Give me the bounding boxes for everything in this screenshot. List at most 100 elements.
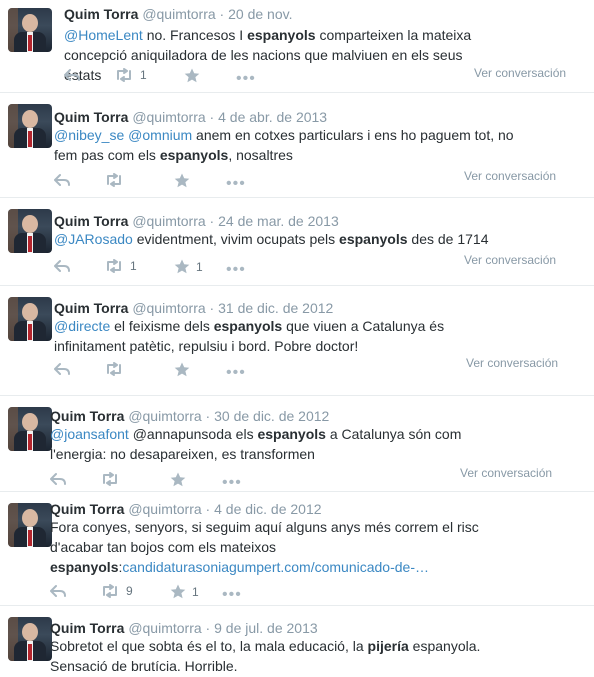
highlighted-term: espanyols	[213, 318, 283, 334]
reply-button[interactable]	[64, 68, 80, 82]
reply-icon	[54, 362, 70, 376]
favorite-count: 1	[196, 259, 203, 274]
text-segment: Sobretot el que sobta és el to, la mala …	[50, 638, 368, 654]
tweet-date[interactable]: 9 de jul. de 2013	[214, 620, 318, 636]
retweet-icon	[104, 259, 124, 273]
view-conversation-link[interactable]: Ver conversación	[474, 66, 566, 80]
tweet-date[interactable]: 20 de nov.	[228, 6, 292, 22]
favorite-button[interactable]	[170, 472, 186, 487]
retweet-icon	[104, 173, 124, 187]
mention-link[interactable]: @nibey_se	[54, 127, 124, 143]
tweet-header: Quim Torra @quimtorra · 20 de nov.	[64, 5, 292, 23]
star-icon	[174, 173, 190, 188]
tweet-date[interactable]: 24 de mar. de 2013	[218, 213, 339, 229]
tweet-separator	[0, 605, 594, 606]
retweet-button[interactable]	[104, 173, 124, 187]
author-name[interactable]: Quim Torra	[54, 300, 128, 316]
tweet-text: @directe el feixisme dels espanyols que …	[54, 316, 514, 356]
retweet-icon	[104, 362, 124, 376]
author-name[interactable]: Quim Torra	[64, 6, 138, 22]
avatar[interactable]	[8, 209, 52, 253]
retweet-icon	[100, 472, 120, 486]
author-name[interactable]: Quim Torra	[50, 620, 124, 636]
favorite-button[interactable]	[174, 173, 190, 188]
tweet-date[interactable]: 4 de abr. de 2013	[218, 109, 327, 125]
more-options-icon[interactable]: •••	[226, 364, 246, 382]
star-icon	[184, 68, 200, 83]
more-options-icon[interactable]: •••	[222, 586, 242, 604]
avatar[interactable]	[8, 407, 52, 451]
retweet-button[interactable]: 9	[100, 584, 133, 598]
more-options-icon[interactable]: •••	[226, 175, 246, 193]
retweet-icon	[114, 68, 134, 82]
view-conversation-link[interactable]: Ver conversación	[464, 253, 556, 267]
tweet-separator	[0, 197, 594, 198]
favorite-button[interactable]	[174, 362, 190, 377]
tweet-date[interactable]: 30 de dic. de 2012	[214, 408, 329, 424]
reply-button[interactable]	[50, 584, 66, 598]
view-conversation-link[interactable]: Ver conversación	[466, 356, 558, 370]
tweet-separator	[0, 395, 594, 396]
favorite-button[interactable]: 1	[170, 584, 199, 599]
avatar[interactable]	[8, 104, 52, 148]
tweet-actions: 9 1 •••	[50, 584, 270, 604]
author-handle[interactable]: @quimtorra	[132, 213, 205, 229]
reply-icon	[50, 584, 66, 598]
avatar[interactable]	[8, 297, 52, 341]
text-segment: @annapunsoda els	[128, 426, 258, 442]
text-segment: des de 1714	[407, 231, 489, 247]
mention-link[interactable]: @HomeLent	[64, 27, 143, 43]
reply-icon	[54, 259, 70, 273]
tweet-header: Quim Torra @quimtorra · 31 de dic. de 20…	[54, 299, 333, 317]
retweet-button[interactable]	[100, 472, 120, 486]
favorite-button[interactable]	[184, 68, 200, 83]
author-handle[interactable]: @quimtorra	[132, 109, 205, 125]
avatar[interactable]	[8, 503, 52, 547]
retweet-button[interactable]	[104, 362, 124, 376]
more-options-icon[interactable]: •••	[226, 261, 246, 279]
reply-button[interactable]	[50, 472, 66, 486]
url-link[interactable]: candidaturasoniagumpert.com/comunicado-d…	[122, 559, 429, 575]
retweet-button[interactable]: 1	[114, 68, 147, 82]
tweet-header: Quim Torra @quimtorra · 4 de abr. de 201…	[54, 108, 327, 126]
author-name[interactable]: Quim Torra	[54, 109, 128, 125]
more-options-icon[interactable]: •••	[236, 70, 256, 88]
favorite-button[interactable]: 1	[174, 259, 203, 274]
tweet-text: @nibey_se @omnium anem en cotxes particu…	[54, 125, 514, 165]
view-conversation-link[interactable]: Ver conversación	[464, 169, 556, 183]
author-name[interactable]: Quim Torra	[50, 501, 124, 517]
tweet-actions: •••	[54, 173, 274, 193]
reply-button[interactable]	[54, 259, 70, 273]
author-handle[interactable]: @quimtorra	[128, 620, 201, 636]
avatar[interactable]	[8, 8, 52, 52]
view-conversation-link[interactable]: Ver conversación	[460, 466, 552, 480]
tweet-text: Sobretot el que sobta és el to, la mala …	[50, 636, 510, 676]
retweet-icon	[100, 584, 120, 598]
text-segment: evidentment, vivim ocupats pels	[132, 231, 340, 247]
reply-button[interactable]	[54, 362, 70, 376]
author-handle[interactable]: @quimtorra	[132, 300, 205, 316]
mention-link[interactable]: @directe	[54, 318, 110, 334]
author-name[interactable]: Quim Torra	[50, 408, 124, 424]
author-handle[interactable]: @quimtorra	[128, 408, 201, 424]
author-name[interactable]: Quim Torra	[54, 213, 128, 229]
tweet-date[interactable]: 4 de dic. de 2012	[214, 501, 321, 517]
author-handle[interactable]: @quimtorra	[128, 501, 201, 517]
tweet-actions: •••	[50, 472, 270, 492]
tweet-text: Fora conyes, senyors, si seguim aquí alg…	[50, 517, 510, 577]
reply-icon	[64, 68, 80, 82]
retweet-button[interactable]: 1	[104, 259, 137, 273]
tweet-actions: 1 1 •••	[54, 259, 274, 279]
mention-link[interactable]: @omnium	[128, 127, 192, 143]
reply-button[interactable]	[54, 173, 70, 187]
text-segment: , nosaltres	[228, 147, 293, 163]
separator-dot: ·	[209, 213, 215, 229]
tweet-date[interactable]: 31 de dic. de 2012	[218, 300, 333, 316]
mention-link[interactable]: @joansafont	[50, 426, 129, 442]
author-handle[interactable]: @quimtorra	[142, 6, 215, 22]
highlighted-term: espanyols	[257, 426, 326, 442]
avatar[interactable]	[8, 617, 52, 661]
mention-link[interactable]: @JARosado	[54, 231, 133, 247]
more-options-icon[interactable]: •••	[222, 474, 242, 492]
tweet-actions: •••	[54, 362, 274, 382]
